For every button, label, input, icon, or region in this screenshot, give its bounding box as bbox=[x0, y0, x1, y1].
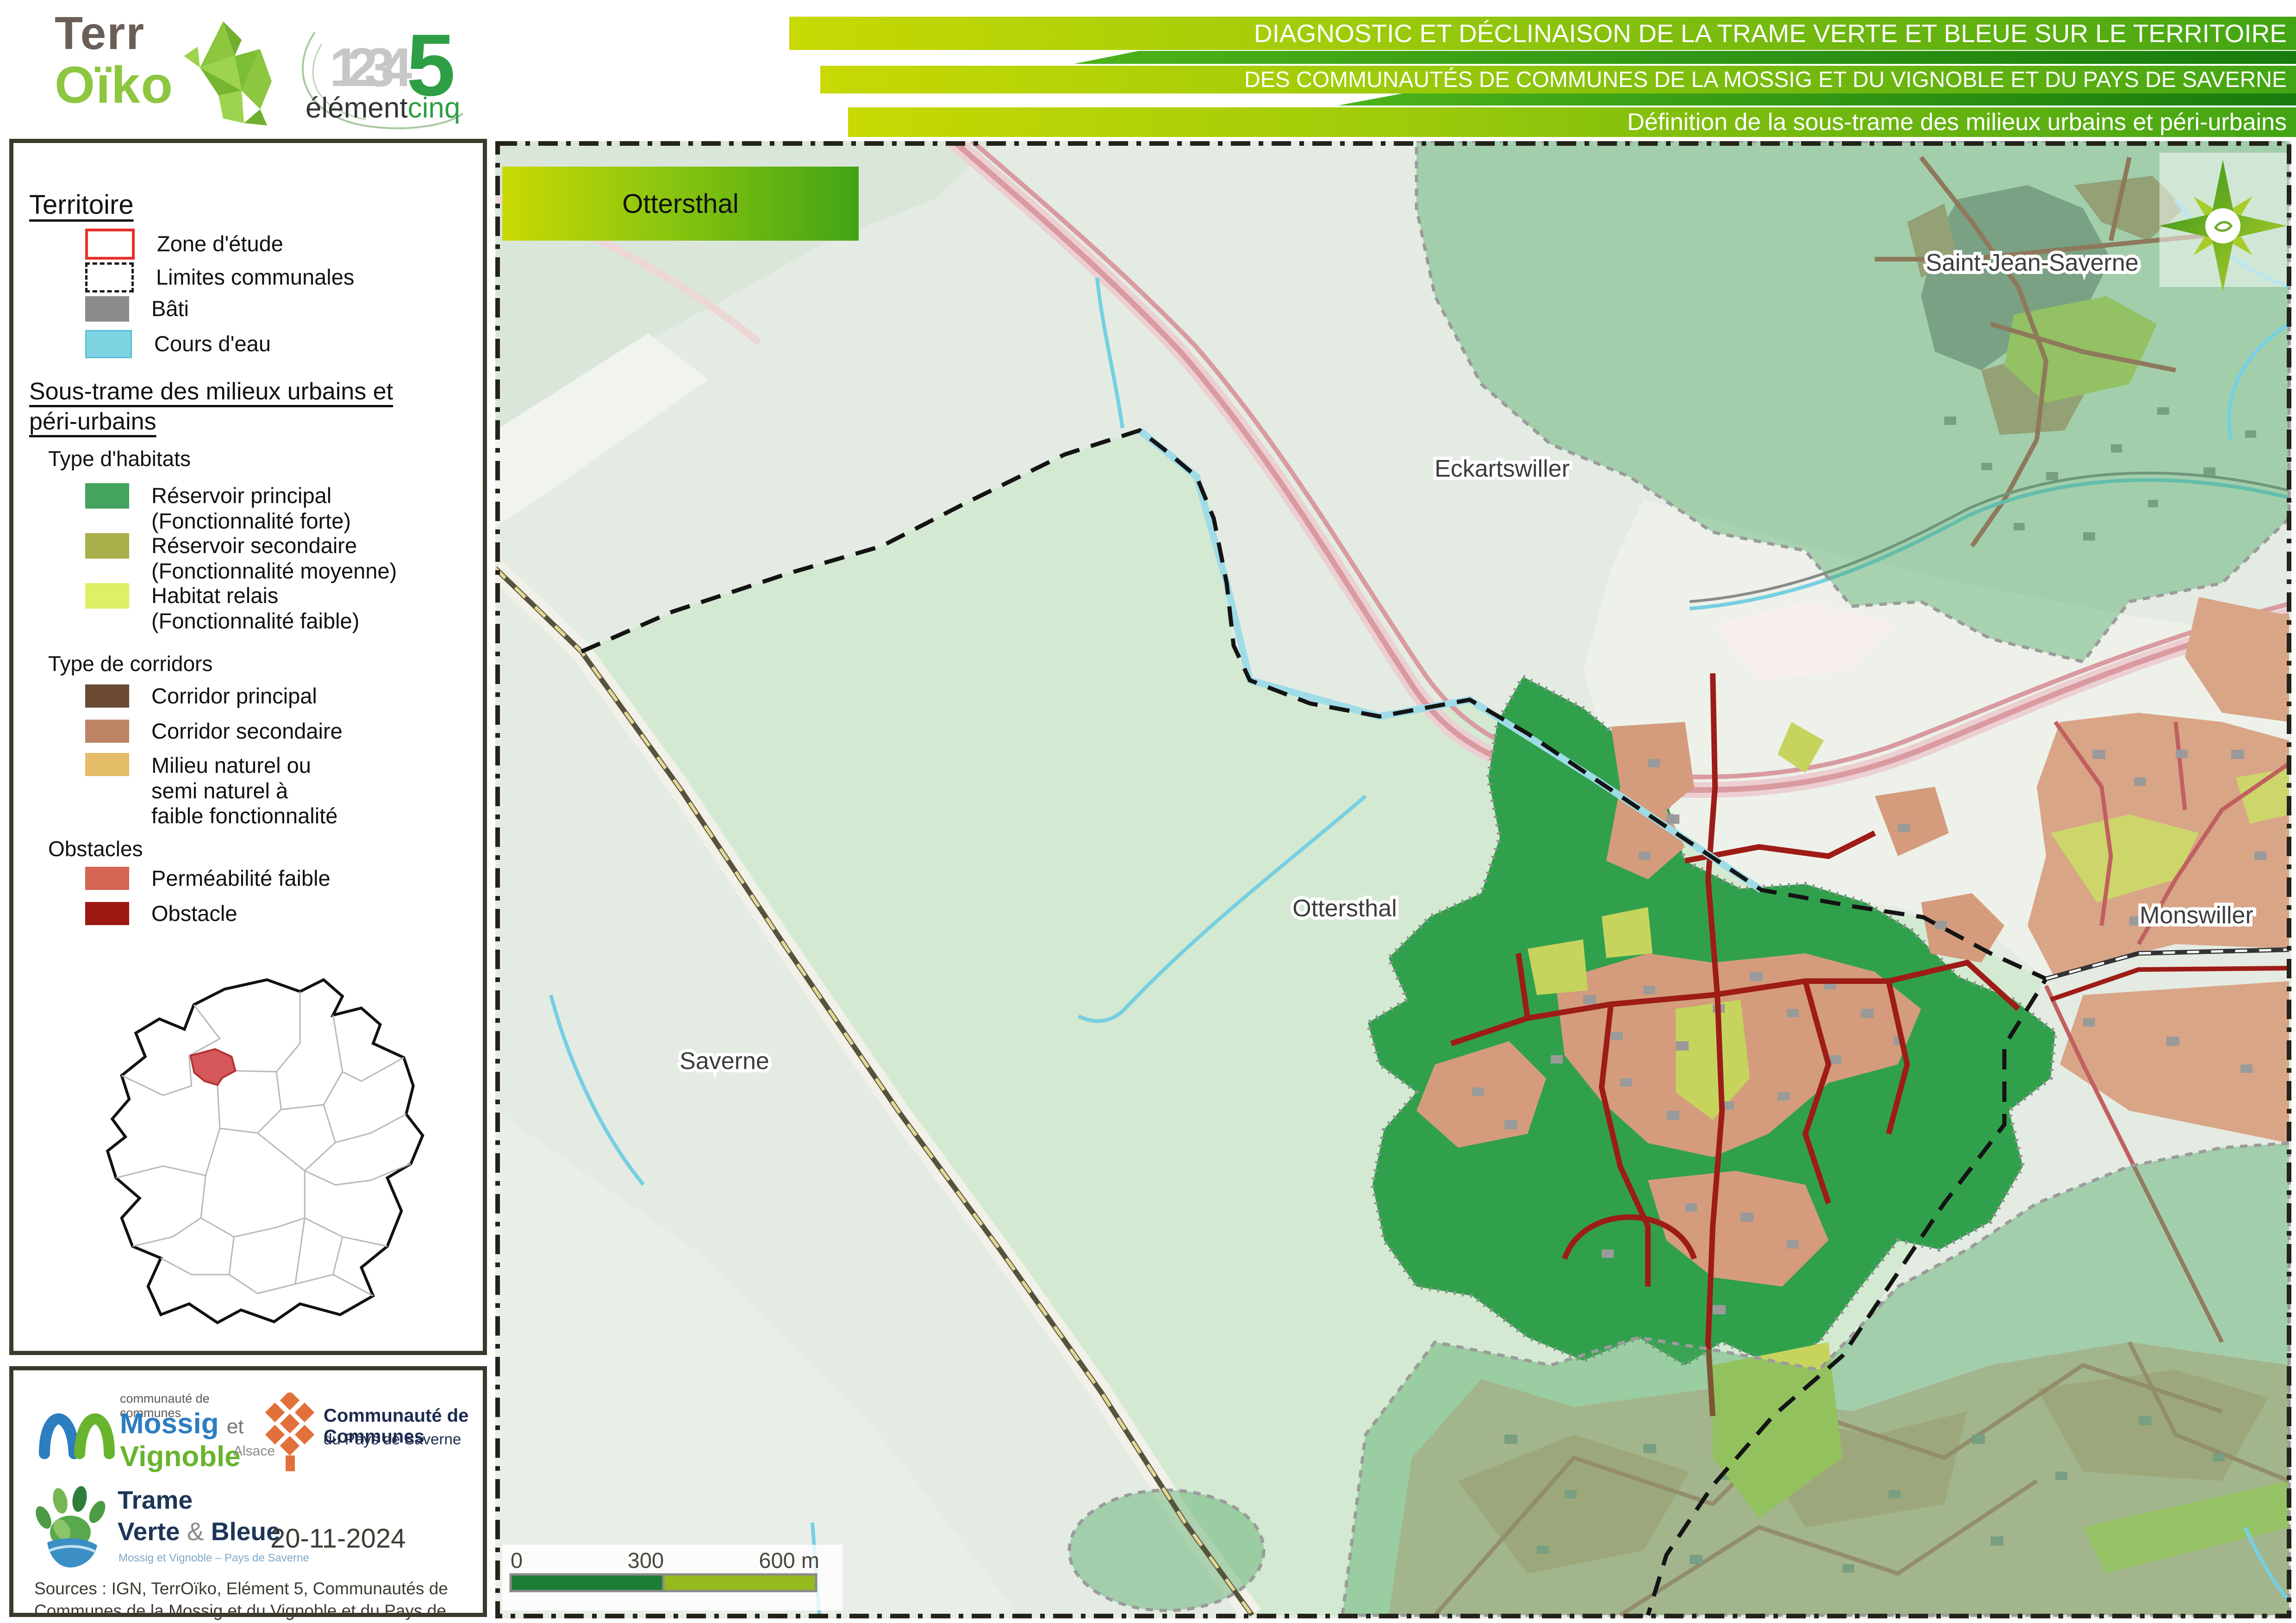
habitat-relais-label: Habitat relais(Fonctionnalité faible) bbox=[151, 583, 359, 634]
pays-saverne-line2: du Pays de Saverne bbox=[324, 1430, 461, 1448]
rp-l1: Réservoir principal bbox=[151, 483, 331, 508]
mn-l3: faible fonctionnalité bbox=[151, 803, 337, 828]
legend-soustrame-title: Sous-trame des milieux urbains et péri-u… bbox=[29, 377, 446, 437]
hr-l1: Habitat relais bbox=[151, 583, 278, 608]
legend-habitats-title: Type d'habitats bbox=[48, 446, 191, 471]
reservoir-secondaire-label: Réservoir secondaire(Fonctionnalité moye… bbox=[151, 533, 397, 584]
compass-rose-icon bbox=[2159, 153, 2287, 292]
map-date: 20-11-2024 bbox=[270, 1523, 406, 1554]
tvb-verte: Verte bbox=[118, 1517, 180, 1546]
map-plate: Terr Oïko 1234 5 élémentcinq DIAGNOSTIC … bbox=[0, 0, 2296, 1623]
scale-bar: 0 300 600 m bbox=[502, 1545, 842, 1611]
tvb-amp: & bbox=[187, 1517, 204, 1546]
limites-communales-swatch bbox=[85, 262, 134, 292]
hr-l2: (Fonctionnalité faible) bbox=[151, 609, 359, 633]
pays-saverne-diamonds-icon bbox=[263, 1393, 319, 1474]
rs-l1: Réservoir secondaire bbox=[151, 533, 357, 558]
pays-saverne-logo: Communauté de Communes du Pays de Savern… bbox=[263, 1393, 481, 1480]
credits-panel: communauté de communes Mossig et Vignobl… bbox=[9, 1366, 487, 1617]
map-label-ottersthal: Ottersthal bbox=[1292, 895, 1397, 922]
cours-eau-label: Cours d'eau bbox=[154, 331, 271, 357]
corridor-secondaire-label: Corridor secondaire bbox=[151, 719, 343, 744]
legend-item-cours-eau: Cours d'eau bbox=[85, 330, 271, 358]
zone-etude-label: Zone d'étude bbox=[157, 231, 283, 257]
reservoir-principal-label: Réservoir principal(Fonctionnalité forte… bbox=[151, 483, 351, 534]
bati-swatch bbox=[85, 296, 129, 322]
map-label-saint-jean: Saint-Jean-Saverne bbox=[1926, 249, 2139, 276]
legend-corridors-title: Type de corridors bbox=[48, 651, 212, 676]
mossig-et: et bbox=[227, 1415, 244, 1438]
habitat-relais-swatch bbox=[85, 583, 129, 609]
mn-l1: Milieu naturel ou bbox=[151, 753, 311, 777]
legend-item-milieu-naturel: Milieu naturel ousemi naturel àfaible fo… bbox=[85, 753, 337, 829]
terroiko-text-2: Oïko bbox=[55, 59, 174, 111]
banner-accent-2 bbox=[1338, 93, 2296, 106]
bati-label: Bâti bbox=[151, 296, 189, 322]
corridor-principal-label: Corridor principal bbox=[151, 684, 317, 709]
mossig-vignoble-logo: communauté de communes Mossig et Vignobl… bbox=[39, 1389, 256, 1477]
element5-word: élément bbox=[306, 92, 408, 124]
map-label-monswiller: Monswiller bbox=[2140, 902, 2253, 929]
terroiko-text-1: Terr bbox=[55, 10, 174, 56]
map-label-saverne: Saverne bbox=[680, 1048, 769, 1075]
element5-logo: 1234 5 élémentcinq bbox=[296, 19, 491, 130]
obstacle-label: Obstacle bbox=[151, 901, 237, 927]
mossig-name2: Vignoble bbox=[120, 1441, 241, 1473]
corridor-secondaire-swatch bbox=[85, 720, 129, 743]
title-banner-line3: Définition de la sous-trame des milieux … bbox=[848, 107, 2296, 137]
legend-item-zone-etude: Zone d'étude bbox=[85, 229, 283, 260]
frog-logo-icon bbox=[172, 12, 288, 128]
obstacle-swatch bbox=[85, 902, 129, 925]
reservoir-secondaire-swatch bbox=[85, 533, 129, 559]
element5-digits: 1234 bbox=[330, 36, 399, 99]
legend-item-bati: Bâti bbox=[85, 296, 189, 322]
rs-l2: (Fonctionnalité moyenne) bbox=[151, 559, 397, 583]
legend-item-limites: Limites communales bbox=[85, 262, 354, 292]
inset-locator-map bbox=[78, 960, 444, 1339]
banner-accent-1 bbox=[1074, 51, 2296, 64]
legend-item-permeabilite: Perméabilité faible bbox=[85, 866, 331, 891]
legend-panel: Territoire Zone d'étude Limites communal… bbox=[9, 139, 487, 1355]
tvb-paw-icon bbox=[30, 1481, 113, 1569]
legend-item-reservoir-principal: Réservoir principal(Fonctionnalité forte… bbox=[85, 483, 351, 534]
title-banner-line1: DIAGNOSTIC ET DÉCLINAISON DE LA TRAME VE… bbox=[789, 17, 2296, 50]
legend-item-reservoir-secondaire: Réservoir secondaire(Fonctionnalité moye… bbox=[85, 533, 397, 584]
tvb-line1: Trame bbox=[118, 1485, 193, 1515]
tvb-line2: Verte & Bleue bbox=[118, 1517, 281, 1546]
milieu-naturel-label: Milieu naturel ousemi naturel àfaible fo… bbox=[151, 753, 337, 829]
title-banner-line2: DES COMMUNAUTÉS DE COMMUNES DE LA MOSSIG… bbox=[820, 66, 2296, 93]
rp-l2: (Fonctionnalité forte) bbox=[151, 509, 351, 533]
legend-item-habitat-relais: Habitat relais(Fonctionnalité faible) bbox=[85, 583, 359, 634]
element5-word2: cinq bbox=[408, 92, 461, 124]
reservoir-principal-swatch bbox=[85, 483, 129, 509]
legend-item-corridor-principal: Corridor principal bbox=[85, 684, 317, 709]
element5-wordmark: élémentcinq bbox=[306, 92, 460, 124]
sources-text: Sources : IGN, TerrOïko, Elément 5, Comm… bbox=[34, 1578, 474, 1623]
mossig-m-icon bbox=[39, 1389, 115, 1465]
map-title-box: Ottersthal bbox=[502, 167, 859, 241]
legend-obstacles-title: Obstacles bbox=[48, 836, 143, 861]
cours-eau-swatch bbox=[85, 330, 132, 358]
legend-item-obstacle: Obstacle bbox=[85, 901, 237, 927]
legend-territoire-title: Territoire bbox=[29, 189, 134, 220]
limites-communales-label: Limites communales bbox=[156, 265, 354, 290]
map-canvas: Saint-Jean-Saverne Eckartswiller Otterst… bbox=[495, 141, 2291, 1618]
zone-etude-swatch bbox=[85, 229, 135, 260]
scale-label-300: 300 bbox=[628, 1548, 664, 1573]
mn-l2: semi naturel à bbox=[151, 778, 288, 803]
mossig-name1: Mossig bbox=[120, 1408, 219, 1440]
corridor-principal-swatch bbox=[85, 684, 129, 708]
mossig-name: Mossig et Vignoble bbox=[120, 1407, 256, 1473]
permeabilite-faible-label: Perméabilité faible bbox=[151, 866, 331, 891]
scale-label-600: 600 m bbox=[759, 1548, 819, 1573]
milieu-naturel-swatch bbox=[85, 753, 129, 776]
permeabilite-faible-swatch bbox=[85, 867, 129, 890]
map-label-eckartswiller: Eckartswiller bbox=[1435, 455, 1570, 482]
scale-label-0: 0 bbox=[511, 1548, 523, 1573]
terroiko-logo: Terr Oïko bbox=[55, 10, 174, 111]
legend-item-corridor-secondaire: Corridor secondaire bbox=[85, 719, 343, 744]
inset-territory-outline bbox=[107, 980, 423, 1323]
map-title: Ottersthal bbox=[622, 189, 738, 219]
